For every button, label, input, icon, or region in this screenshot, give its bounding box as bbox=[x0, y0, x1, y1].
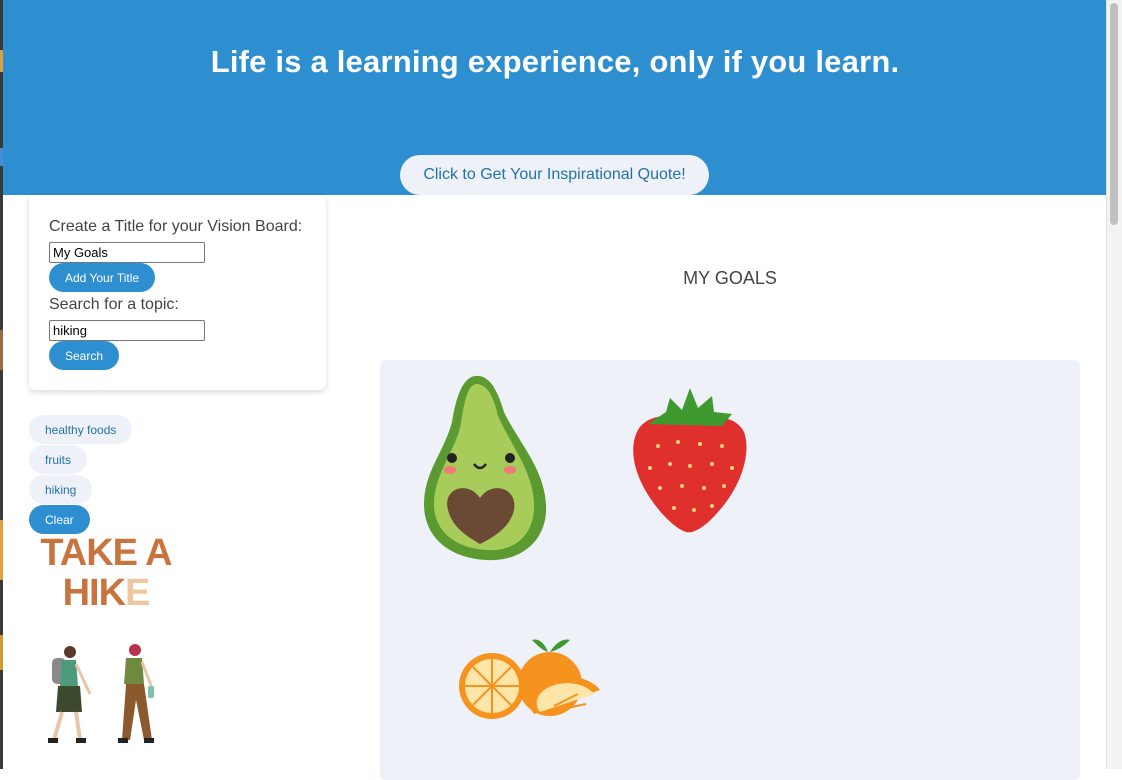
hikers-illustration bbox=[48, 644, 154, 743]
hero-title: Life is a learning experience, only if y… bbox=[210, 44, 900, 79]
board-title: MY GOALS bbox=[683, 268, 777, 288]
take-a-hike-sticker: TAKE A HIKE bbox=[31, 533, 181, 613]
title-label: Create a Title for your Vision Board: bbox=[49, 218, 303, 235]
scrollbar-thumb[interactable] bbox=[1110, 3, 1118, 225]
search-label: Search for a topic: bbox=[49, 296, 179, 313]
topic-chip-healthy-foods[interactable]: healthy foods bbox=[29, 415, 133, 444]
search-button[interactable]: Search bbox=[49, 341, 120, 370]
topic-chip-hiking[interactable]: hiking bbox=[29, 475, 93, 504]
page-scrollbar[interactable] bbox=[1106, 0, 1122, 769]
clear-button[interactable]: Clear bbox=[29, 505, 90, 534]
vision-board-form: Create a Title for your Vision Board: Ad… bbox=[29, 195, 326, 390]
search-input[interactable] bbox=[49, 320, 205, 341]
hero-banner: Life is a learning experience, only if y… bbox=[3, 0, 1107, 195]
add-title-button[interactable]: Add Your Title bbox=[49, 263, 156, 292]
title-input[interactable] bbox=[49, 242, 205, 263]
vision-board bbox=[380, 360, 1080, 780]
strawberry-sticker bbox=[633, 388, 747, 533]
oranges-sticker bbox=[459, 639, 600, 719]
hike-line-2-main: HIK bbox=[62, 572, 126, 614]
avocado-sticker bbox=[424, 375, 547, 561]
hike-line-2: HIKE bbox=[31, 573, 181, 613]
hike-line-2-light: E bbox=[125, 572, 150, 614]
get-quote-button[interactable]: Click to Get Your Inspirational Quote! bbox=[400, 155, 709, 195]
topic-chip-fruits[interactable]: fruits bbox=[29, 445, 88, 474]
hike-line-1: TAKE A bbox=[40, 532, 172, 574]
